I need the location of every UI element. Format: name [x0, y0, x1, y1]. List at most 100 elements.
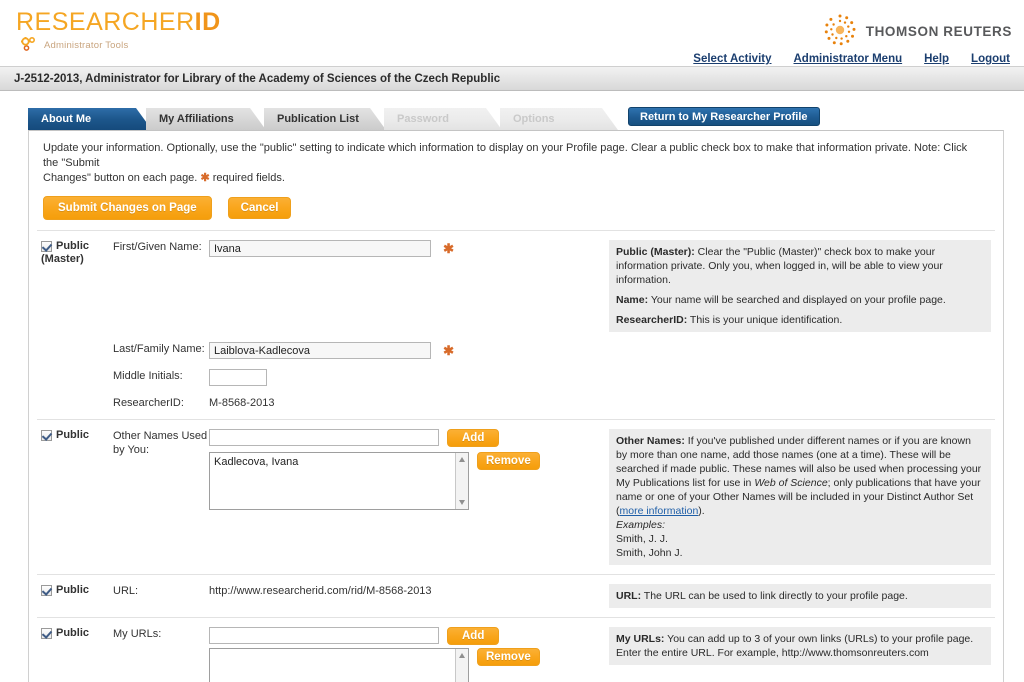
other-names-public-checkbox[interactable] [41, 430, 52, 441]
help-name-body: Your name will be searched and displayed… [648, 294, 946, 306]
last-name-required-icon: ✱ [443, 342, 454, 358]
tab-bar: About Me My Affiliations Publication Lis… [28, 107, 1010, 130]
page-body: About Me My Affiliations Publication Lis… [0, 107, 1024, 682]
nav-select-activity[interactable]: Select Activity [693, 53, 771, 65]
help-public-master: Public (Master): Clear the "Public (Mast… [616, 245, 984, 287]
my-urls-listbox[interactable] [209, 648, 469, 682]
tab-password-label: Password [397, 113, 449, 125]
last-name-input[interactable] [209, 342, 431, 359]
other-names-scrollbar[interactable] [455, 453, 468, 509]
nav-help[interactable]: Help [924, 53, 949, 65]
admin-context-banner: J-2512-2013, Administrator for Library o… [0, 66, 1024, 91]
help-researcherid-title: ResearcherID: [616, 314, 688, 326]
other-names-input[interactable] [209, 429, 439, 446]
section-name: Public (Master) First/Given Name: ✱ Publ… [37, 230, 995, 419]
url-help-title: URL: [616, 590, 642, 602]
name-help-text: Public (Master): Clear the "Public (Mast… [609, 240, 991, 332]
tab-options-label: Options [513, 113, 555, 125]
my-urls-controls: Add Remove [209, 627, 601, 682]
url-label: URL: [113, 585, 139, 597]
my-urls-scrollbar[interactable] [455, 649, 468, 682]
first-name-field-wrap: ✱ [209, 240, 601, 332]
section-url: Public URL: http://www.researcherid.com/… [37, 574, 995, 617]
help-name: Name: Your name will be searched and dis… [616, 293, 984, 307]
other-names-example-1: Smith, J. J. [616, 533, 668, 545]
other-names-listbox[interactable]: Kadlecova, Ivana [209, 452, 469, 510]
other-names-controls: Add Kadlecova, Ivana Remove [209, 429, 601, 565]
researcherid-value: M-8568-2013 [209, 397, 275, 409]
help-researcherid-body: This is your unique identification. [687, 314, 843, 326]
return-to-profile-button[interactable]: Return to My Researcher Profile [628, 107, 820, 126]
my-urls-public-group: Public [37, 627, 109, 682]
cancel-button[interactable]: Cancel [227, 197, 292, 219]
url-public-checkbox[interactable] [41, 585, 52, 596]
submit-changes-button[interactable]: Submit Changes on Page [43, 196, 212, 220]
tab-my-affiliations-label: My Affiliations [159, 113, 234, 125]
first-name-label: First/Given Name: [113, 241, 202, 253]
my-urls-remove-button[interactable]: Remove [477, 648, 540, 666]
logo-text-researcher: RESEARCHER [16, 8, 195, 36]
intro-line-2a: Changes" button on each page. [43, 172, 198, 184]
other-names-help-text: Other Names: If you've published under d… [609, 429, 991, 565]
my-urls-input[interactable] [209, 627, 439, 644]
logo-subtitle: Administrator Tools [44, 40, 129, 51]
public-master-label: Public [56, 240, 90, 252]
tab-publication-list[interactable]: Publication List [264, 108, 386, 130]
section-my-urls: Public My URLs: Add Remove My URLs: You … [37, 617, 995, 682]
logo-wordmark: RESEARCHERID [16, 8, 221, 36]
last-name-field-wrap: ✱ [209, 342, 601, 359]
scroll-down-arrow-icon[interactable] [459, 500, 465, 505]
middle-initials-field-wrap [209, 369, 601, 386]
my-urls-help-body: You can add up to 3 of your own links (U… [616, 633, 974, 659]
public-master-checkbox[interactable] [41, 241, 52, 252]
url-public-label: Public [56, 584, 90, 596]
other-names-label-line2: by You: [113, 444, 150, 456]
public-master-label-2: (Master) [41, 253, 84, 265]
researcherid-logo[interactable]: RESEARCHERID Administrator Tools [16, 8, 221, 54]
my-urls-help-wrap: My URLs: You can add up to 3 of your own… [601, 627, 995, 682]
other-names-example-2: Smith, John J. [616, 547, 683, 559]
other-names-help-wos: Web of Science [754, 477, 828, 489]
name-help-wrap: Public (Master): Clear the "Public (Mast… [601, 240, 995, 332]
nav-logout[interactable]: Logout [971, 53, 1010, 65]
help-name-title: Name: [616, 294, 649, 306]
nav-administrator-menu[interactable]: Administrator Menu [794, 53, 903, 65]
my-urls-public-checkbox-row[interactable]: Public [41, 627, 109, 640]
help-public-master-title: Public (Master): [616, 246, 695, 258]
other-names-public-checkbox-row[interactable]: Public [41, 429, 109, 442]
other-names-help-title: Other Names: [616, 435, 685, 447]
tab-my-affiliations[interactable]: My Affiliations [146, 108, 266, 130]
intro-line-2b: required fields. [212, 172, 285, 184]
tab-options: Options [500, 108, 618, 130]
other-names-public-label: Public [56, 429, 90, 441]
logo-text-id: ID [194, 8, 221, 36]
other-names-help-t3: ). [698, 505, 705, 517]
other-names-list-item[interactable]: Kadlecova, Ivana [214, 456, 464, 468]
logo-subtitle-row: Administrator Tools [18, 36, 221, 54]
url-value-wrap: http://www.researcherid.com/rid/M-8568-2… [209, 584, 601, 608]
middle-initials-input[interactable] [209, 369, 267, 386]
my-urls-help-title: My URLs: [616, 633, 665, 645]
my-urls-help-text: My URLs: You can add up to 3 of your own… [609, 627, 991, 665]
my-urls-public-label: Public [56, 627, 90, 639]
scroll-up-arrow-icon[interactable] [459, 653, 465, 658]
scroll-up-arrow-icon[interactable] [459, 457, 465, 462]
other-names-help-para: Other Names: If you've published under d… [616, 434, 984, 518]
url-public-checkbox-row[interactable]: Public [41, 584, 109, 597]
my-urls-add-button[interactable]: Add [447, 627, 500, 645]
other-names-remove-button[interactable]: Remove [477, 452, 540, 470]
tab-password: Password [384, 108, 502, 130]
first-name-input[interactable] [209, 240, 431, 257]
my-urls-help-para: My URLs: You can add up to 3 of your own… [616, 632, 984, 660]
researcherid-label: ResearcherID: [113, 397, 184, 409]
action-button-row: Submit Changes on Page Cancel [29, 190, 1003, 230]
middle-initials-label: Middle Initials: [113, 370, 183, 382]
first-name-required-icon: ✱ [443, 240, 454, 256]
my-urls-public-checkbox[interactable] [41, 628, 52, 639]
more-information-link[interactable]: more information [620, 505, 699, 517]
public-master-checkbox-row[interactable]: Public [41, 240, 109, 253]
name-public-master-group: Public (Master) [37, 240, 109, 410]
admin-context-text: J-2512-2013, Administrator for Library o… [14, 72, 501, 85]
tab-about-me[interactable]: About Me [28, 108, 152, 130]
other-names-add-button[interactable]: Add [447, 429, 500, 447]
